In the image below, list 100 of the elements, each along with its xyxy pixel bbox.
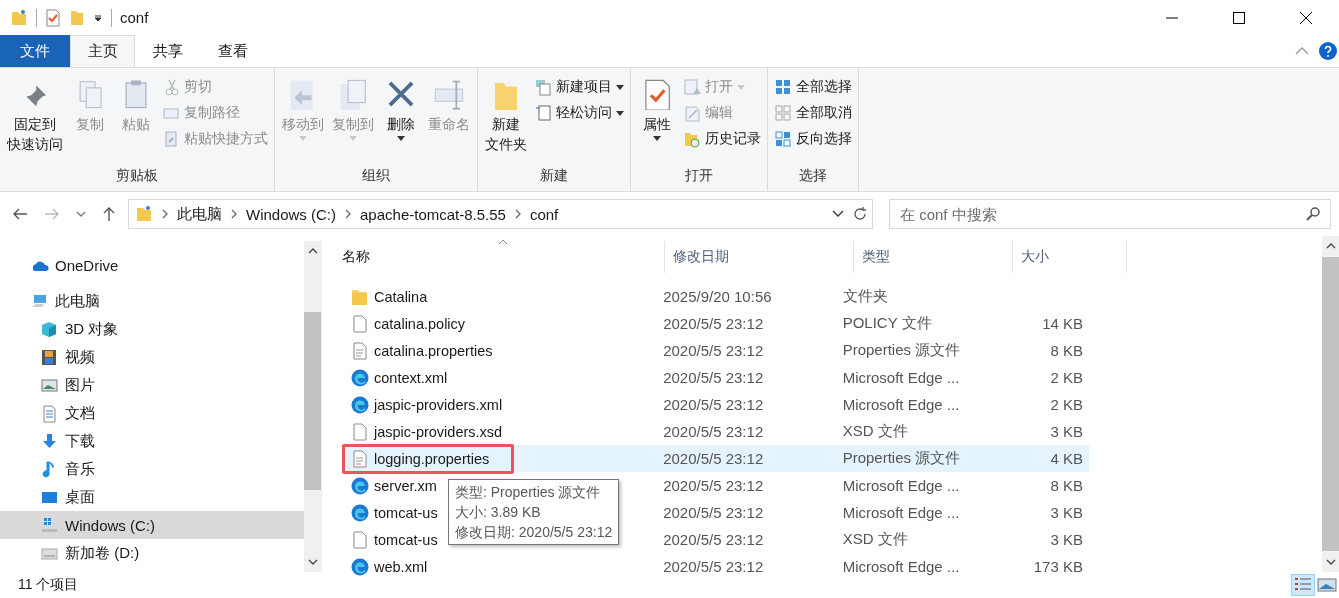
search-field[interactable]: 在 conf 中搜索	[889, 199, 1331, 229]
nav-item[interactable]: 桌面	[0, 483, 304, 511]
type-cell-text: 文件夹	[841, 287, 889, 306]
edit-icon	[683, 104, 701, 122]
file-name[interactable]: tomcat-us	[374, 531, 438, 548]
chevron-up-icon[interactable]	[1325, 242, 1336, 249]
file-name[interactable]: jaspic-providers.xsd	[374, 423, 503, 440]
edge-file-icon	[350, 556, 370, 577]
grid-icon	[774, 78, 792, 96]
nav-item[interactable]: 图片	[0, 371, 304, 399]
file-menu-tab[interactable]: 文件	[0, 35, 70, 67]
back-arrow-icon[interactable]	[12, 207, 28, 221]
ribbon-tab[interactable]: 查看	[200, 35, 265, 67]
date-cell-text: 2025/9/20 10:56	[662, 288, 773, 305]
film-icon	[40, 347, 59, 367]
column-header[interactable]: 大小	[1013, 241, 1127, 273]
tooltip-text: 大小: 3.89 KB	[455, 503, 542, 522]
selected-row[interactable]: logging.properties 2020/5/5 23:12 Properties 源文件 4 KB	[342, 445, 1089, 472]
ribbon-button[interactable]: 新建 文件夹	[482, 72, 530, 154]
file-name[interactable]: server.xm	[374, 477, 437, 494]
ribbon-button[interactable]: 全部选择	[772, 76, 854, 98]
chevron-right-icon[interactable]	[513, 209, 522, 219]
ribbon-button[interactable]: 反向选择	[772, 128, 854, 150]
chevron-up-icon[interactable]	[307, 247, 318, 254]
collapse-ribbon-icon[interactable]	[1295, 46, 1309, 56]
file-name[interactable]: catalina.properties	[374, 342, 493, 359]
breadcrumb[interactable]: Windows (C:)	[246, 205, 336, 223]
edge-file-icon	[350, 394, 370, 415]
nav-item[interactable]: 此电脑	[0, 287, 304, 315]
checkmark-document-icon[interactable]	[45, 8, 61, 27]
date-cell-text: 2020/5/5 23:12	[662, 369, 765, 386]
date-cell-text: 2020/5/5 23:12	[662, 342, 765, 359]
grid-icon	[774, 104, 792, 122]
nav-item[interactable]: 音乐	[0, 455, 304, 483]
address-bar[interactable]: 此电脑 Windows (C:) apache-tomcat-8.5.55 conf	[128, 199, 873, 229]
nav-item[interactable]: 下载	[0, 427, 304, 455]
edge-file-icon	[350, 475, 370, 496]
breadcrumb[interactable]: conf	[529, 205, 559, 223]
column-header[interactable]: 类型	[854, 241, 1013, 273]
file-name[interactable]: tomcat-us	[374, 504, 438, 521]
ribbon-button[interactable]: 属性	[635, 72, 679, 141]
edge-file-icon	[350, 367, 370, 388]
chevron-right-icon[interactable]	[344, 209, 352, 219]
chevron-down-icon[interactable]	[1325, 559, 1336, 566]
file-name[interactable]: web.xml	[374, 558, 428, 575]
up-arrow-icon[interactable]	[102, 206, 116, 222]
file-name[interactable]: catalina.policy	[374, 315, 466, 332]
text-file-icon	[350, 448, 370, 469]
ribbon-button[interactable]: 新建项目	[532, 76, 626, 98]
nav-item[interactable]: 新加卷 (D:)	[0, 539, 304, 567]
rename-icon	[433, 78, 465, 110]
nav-item[interactable]: 文档	[0, 399, 304, 427]
size-cell-text: 8 KB	[1049, 477, 1084, 494]
file-name[interactable]: Catalina	[374, 288, 428, 305]
size-cell-text: 173 KB	[1032, 558, 1084, 575]
caret-icon	[349, 136, 357, 141]
chevron-right-icon[interactable]	[161, 209, 169, 219]
column-header[interactable]: 名称	[342, 241, 665, 273]
breadcrumb[interactable]: apache-tomcat-8.5.55	[360, 205, 506, 223]
nav-item[interactable]: Windows (C:)	[0, 511, 304, 539]
caret-icon	[616, 110, 624, 116]
chevron-down-icon[interactable]	[832, 210, 844, 218]
details-view-button[interactable]	[1291, 574, 1315, 596]
group-label: 剪贴板	[116, 167, 158, 185]
scrollbar[interactable]	[304, 241, 321, 572]
file-icon	[350, 313, 370, 334]
file-name[interactable]: context.xml	[374, 369, 448, 386]
nav-item[interactable]: 3D 对象	[0, 315, 304, 343]
chevron-right-icon[interactable]	[230, 209, 238, 219]
grid-icon	[774, 130, 792, 148]
file-name[interactable]: jaspic-providers.xml	[374, 396, 503, 413]
refresh-icon[interactable]	[852, 206, 868, 222]
scrollbar[interactable]	[1322, 236, 1339, 572]
group-label: 打开	[685, 167, 713, 185]
open-icon	[683, 78, 701, 96]
size-cell-text: 14 KB	[1041, 315, 1084, 332]
column-header[interactable]: 修改日期	[665, 241, 854, 273]
tooltip-text: 修改日期: 2020/5/5 23:12	[455, 523, 613, 542]
ribbon-tab[interactable]: 主页	[70, 35, 135, 67]
folder-icon[interactable]	[10, 8, 28, 27]
file-name[interactable]: logging.properties	[374, 450, 490, 467]
nav-item[interactable]: OneDrive	[0, 251, 304, 279]
ribbon-tab[interactable]: 共享	[135, 35, 200, 67]
file-icon	[350, 529, 370, 550]
type-cell-text: XSD 文件	[841, 422, 909, 441]
ribbon-button[interactable]: 固定到 快速访问	[4, 72, 66, 154]
help-icon[interactable]	[1319, 42, 1337, 60]
ribbon-button[interactable]: 历史记录	[681, 128, 763, 150]
type-cell-text: Properties 源文件	[841, 449, 962, 468]
tooltip-text: 类型: Properties 源文件	[455, 483, 602, 502]
ribbon-button[interactable]: 轻松访问	[532, 102, 626, 124]
ribbon-button[interactable]: 全部取消	[772, 102, 854, 124]
nav-item[interactable]: 视频	[0, 343, 304, 371]
chevron-down-icon[interactable]	[307, 559, 318, 566]
dropdown-icon[interactable]	[93, 12, 103, 23]
date-cell-text: 2020/5/5 23:12	[662, 396, 765, 413]
breadcrumb[interactable]: 此电脑	[177, 204, 222, 224]
size-cell-text: 3 KB	[1049, 423, 1084, 440]
ribbon-button[interactable]: 删除	[379, 72, 423, 141]
page-icon	[534, 104, 552, 122]
